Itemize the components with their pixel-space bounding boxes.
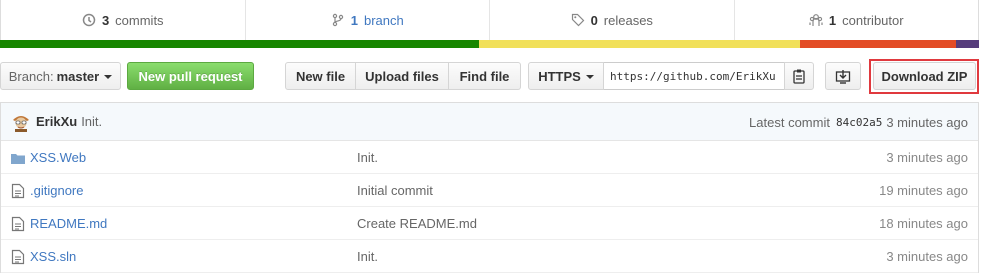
language-bar[interactable] [0,40,979,48]
chevron-down-icon [585,75,594,79]
branches-label: branch [363,12,404,28]
folder-icon [11,154,25,164]
history-icon [82,13,96,27]
latest-commit-label: Latest commit [749,114,830,130]
language-bar-segment[interactable] [799,40,957,48]
commits-count: 3 [101,12,110,28]
repo-summary: 3 commits 1 branch 0 releases 1 contribu… [0,0,979,40]
desktop-download-icon [835,70,851,84]
file-row: .gitignore Initial commit 19 minutes ago [1,174,978,207]
file-age: 19 minutes ago [879,182,968,198]
file-age: 18 minutes ago [879,215,968,231]
branch-icon [332,13,343,27]
file-name-link[interactable]: XSS.sln [30,249,76,264]
contributors-count: 1 [828,12,837,28]
file-text-icon [11,216,25,232]
new-file-button[interactable]: New file [285,62,356,90]
latest-commit-row: ErikXu Init. Latest commit 84c02a5 3 min… [1,103,978,141]
clone-protocol-label: HTTPS [538,68,581,84]
chevron-down-icon [104,75,113,79]
file-row: XSS.Web Init. 3 minutes ago [1,141,978,174]
commit-sha-link[interactable]: 84c02a5 [836,116,882,129]
clone-url-input[interactable]: https://github.com/ErikXu [604,62,784,90]
file-name-link[interactable]: README.md [30,216,107,231]
file-name-link[interactable]: XSS.Web [30,150,86,165]
releases-label: releases [603,12,653,28]
language-bar-segment[interactable] [0,40,479,48]
branches-link[interactable]: 1 branch [246,0,490,40]
file-commit-message-link[interactable]: Init. [357,249,378,264]
branch-name: master [56,68,100,84]
file-commit-message-link[interactable]: Init. [357,150,378,165]
branch-select-button[interactable]: Branch: master [0,62,121,90]
commit-age: 3 minutes ago [886,114,968,130]
clone-protocol-button[interactable]: HTTPS [528,62,604,90]
clippy-icon [793,69,805,84]
releases-count: 0 [590,12,598,28]
contributors-link[interactable]: 1 contributor [735,0,979,40]
file-navigation-toolbar: Branch: master New pull request New file… [0,62,981,92]
contributors-label: contributor [842,12,904,28]
avatar[interactable] [11,111,31,132]
branches-count: 1 [350,12,358,28]
copy-clone-url-button[interactable] [784,62,814,90]
latest-commit-info: Latest commit 84c02a5 3 minutes ago [749,103,968,141]
file-row: README.md Create README.md 18 minutes ag… [1,207,978,240]
file-listing: ErikXu Init. Latest commit 84c02a5 3 min… [0,102,979,273]
file-age: 3 minutes ago [886,149,968,165]
file-text-icon [11,249,25,265]
file-text-icon [11,183,25,199]
tag-icon [571,13,584,27]
commits-label: commits [115,12,164,28]
open-in-desktop-button[interactable] [825,62,861,90]
language-bar-segment[interactable] [478,40,800,48]
file-commit-message-link[interactable]: Initial commit [357,183,433,198]
download-zip-highlight [869,59,979,94]
commit-message-link[interactable]: Init. [81,114,102,129]
commits-link[interactable]: 3 commits [1,0,246,40]
releases-link[interactable]: 0 releases [490,0,735,40]
find-file-button[interactable]: Find file [449,62,521,90]
branch-prefix: Branch: [8,68,54,84]
language-bar-segment[interactable] [956,40,979,48]
upload-files-button[interactable]: Upload files [356,62,449,90]
commit-author-link[interactable]: ErikXu [36,114,77,129]
file-name-link[interactable]: .gitignore [30,183,83,198]
organization-icon [809,14,823,26]
file-commit-message-link[interactable]: Create README.md [357,216,477,231]
file-row: XSS.sln Init. 3 minutes ago [1,240,978,273]
file-age: 3 minutes ago [886,248,968,264]
new-pull-request-button[interactable]: New pull request [127,62,254,90]
